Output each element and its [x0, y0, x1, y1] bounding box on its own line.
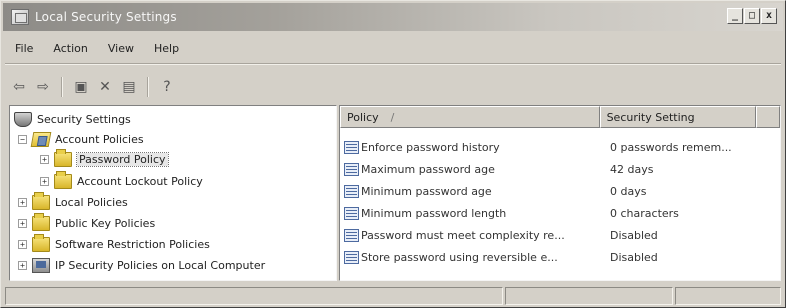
column-header-policy[interactable]: Policy /	[340, 106, 600, 128]
status-cell-secondary	[505, 287, 673, 305]
column-header-security-setting[interactable]: Security Setting	[599, 106, 757, 128]
sort-indicator-icon: /	[390, 110, 395, 124]
tree-item-password-policy[interactable]: + Password Policy	[40, 148, 169, 169]
up-folder-icon[interactable]: ▣	[69, 75, 93, 99]
expand-toggle[interactable]: +	[40, 154, 49, 164]
tree-item-label: IP Security Policies on Local Computer	[55, 258, 266, 272]
expand-toggle[interactable]: +	[18, 239, 27, 249]
setting-value: 0 characters	[610, 206, 679, 220]
menu-help[interactable]: Help	[144, 42, 189, 55]
policy-name: Password must meet complexity re...	[361, 228, 565, 242]
folder-icon	[32, 212, 50, 231]
tree-item-public-key-policies[interactable]: + Public Key Policies	[18, 212, 156, 233]
policy-cell: Password must meet complexity re...	[340, 228, 602, 242]
tree-item-label: Local Policies	[55, 195, 128, 209]
toolbar: ⇦ ⇨ ▣ ✕ ▤ ?	[7, 73, 179, 101]
restore-button[interactable]: □	[744, 8, 760, 24]
collapse-toggle[interactable]: −	[18, 134, 27, 144]
column-label: Policy	[347, 110, 379, 124]
policy-name: Maximum password age	[361, 162, 495, 176]
app-icon	[11, 9, 29, 25]
tree-item-label: Software Restriction Policies	[55, 237, 210, 251]
open-folder-icon	[30, 131, 52, 147]
policy-cell: Maximum password age	[340, 162, 602, 176]
back-arrow-icon[interactable]: ⇦	[7, 75, 31, 99]
tree-item-label: Password Policy	[76, 151, 169, 167]
minimize-button[interactable]: _	[727, 8, 743, 24]
column-header-filler	[756, 106, 780, 128]
export-list-icon[interactable]: ▤	[117, 75, 141, 99]
setting-value: 0 days	[610, 184, 647, 198]
table-row[interactable]: Enforce password history 0 passwords rem…	[340, 137, 780, 157]
table-row[interactable]: Minimum password age 0 days	[340, 181, 780, 201]
details-list[interactable]: Policy / Security Setting Enforce passwo…	[339, 105, 781, 281]
status-cell-main	[5, 287, 503, 305]
tree-item-label: Security Settings	[37, 112, 131, 126]
title-bar[interactable]: Local Security Settings _ □ x	[3, 3, 783, 31]
list-header: Policy / Security Setting	[340, 106, 780, 128]
window-controls: _ □ x	[727, 8, 777, 24]
tree-item-account-policies[interactable]: − Account Policies	[18, 129, 144, 149]
policy-cell: Minimum password age	[340, 184, 602, 198]
policy-cell: Store password using reversible e...	[340, 250, 602, 264]
tree-item-local-policies[interactable]: + Local Policies	[18, 191, 128, 212]
tree-item-software-restriction-policies[interactable]: + Software Restriction Policies	[18, 233, 210, 254]
policy-cell: Enforce password history	[340, 140, 602, 154]
help-icon[interactable]: ?	[155, 75, 179, 99]
status-bar	[5, 287, 781, 305]
toolbar-separator	[147, 77, 149, 97]
menu-file[interactable]: File	[5, 42, 43, 55]
folder-icon	[54, 170, 72, 189]
policy-icon	[344, 206, 359, 220]
menu-action[interactable]: Action	[43, 42, 97, 55]
policy-name: Enforce password history	[361, 140, 500, 154]
policy-icon	[344, 140, 359, 154]
computer-icon	[32, 257, 50, 273]
policy-name: Minimum password length	[361, 206, 507, 220]
folder-icon	[54, 148, 72, 167]
policy-name: Store password using reversible e...	[361, 250, 558, 264]
shield-icon	[14, 111, 32, 127]
table-row[interactable]: Password must meet complexity re... Disa…	[340, 225, 780, 245]
setting-value: 0 passwords remem...	[610, 140, 732, 154]
close-button[interactable]: x	[761, 8, 777, 24]
console-tree[interactable]: Security Settings − Account Policies + P…	[9, 105, 337, 281]
window-title: Local Security Settings	[35, 10, 177, 24]
menu-view[interactable]: View	[98, 42, 144, 55]
column-label: Security Setting	[606, 110, 695, 124]
setting-value: 42 days	[610, 162, 654, 176]
table-row[interactable]: Minimum password length 0 characters	[340, 203, 780, 223]
forward-arrow-icon[interactable]: ⇨	[31, 75, 55, 99]
policy-icon	[344, 162, 359, 176]
expand-toggle[interactable]: +	[40, 176, 49, 186]
expand-toggle[interactable]: +	[18, 218, 27, 228]
status-cell-tertiary	[675, 287, 781, 305]
table-row[interactable]: Maximum password age 42 days	[340, 159, 780, 179]
tree-item-label: Account Policies	[55, 132, 144, 146]
expand-toggle[interactable]: +	[18, 197, 27, 207]
tree-item-ip-security-policies[interactable]: + IP Security Policies on Local Computer	[18, 255, 265, 275]
policy-name: Minimum password age	[361, 184, 492, 198]
setting-value: Disabled	[610, 228, 658, 242]
toolbar-separator	[61, 77, 63, 97]
policy-icon	[344, 228, 359, 242]
menu-separator	[5, 63, 781, 65]
policy-cell: Minimum password length	[340, 206, 602, 220]
policy-icon	[344, 250, 359, 264]
table-row[interactable]: Store password using reversible e... Dis…	[340, 247, 780, 267]
expand-toggle[interactable]: +	[18, 260, 27, 270]
menu-bar: File Action View Help	[5, 37, 189, 59]
policy-icon	[344, 184, 359, 198]
tree-item-label: Public Key Policies	[55, 216, 156, 230]
tree-item-label: Account Lockout Policy	[77, 174, 203, 188]
tree-item-account-lockout-policy[interactable]: + Account Lockout Policy	[40, 170, 203, 191]
folder-icon	[32, 233, 50, 252]
local-security-settings-window: Local Security Settings _ □ x File Actio…	[0, 0, 786, 308]
folder-icon	[32, 191, 50, 210]
delete-icon[interactable]: ✕	[93, 75, 117, 99]
tree-item-security-settings[interactable]: Security Settings	[14, 109, 131, 129]
setting-value: Disabled	[610, 250, 658, 264]
